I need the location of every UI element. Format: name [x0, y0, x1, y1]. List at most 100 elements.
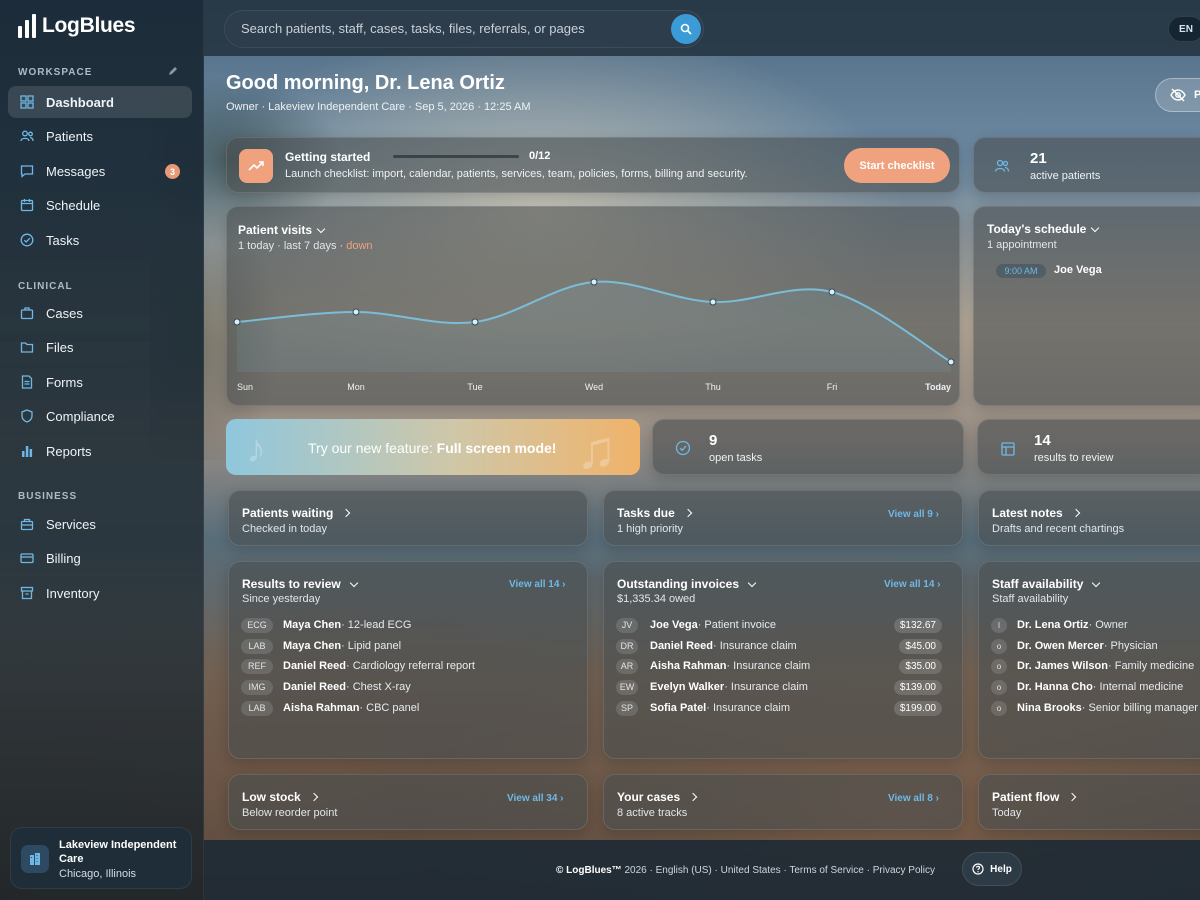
- result-row[interactable]: ECG Maya Chen · 12-lead ECG: [241, 616, 411, 634]
- invoice-row[interactable]: SP Sofia Patel · Insurance claim $199.00: [616, 699, 952, 717]
- patient-visits-chart: Sun Mon Tue Wed Thu Fri Today: [233, 278, 955, 392]
- invoice-detail: · Patient invoice: [697, 619, 776, 631]
- avatar: o: [991, 700, 1007, 716]
- logo-text: LogBlues: [42, 14, 136, 37]
- invoices-title[interactable]: Outstanding invoices: [617, 577, 757, 591]
- staff-row[interactable]: o Nina Brooks · Senior billing manager: [991, 699, 1198, 717]
- open-tasks-card[interactable]: 9 open tasks: [652, 419, 964, 475]
- todays-schedule-card: Today's schedule 1 appointment 9:00 AM J…: [973, 206, 1200, 406]
- invoice-row[interactable]: EW Evelyn Walker · Insurance claim $139.00: [616, 678, 952, 696]
- help-button[interactable]: Help: [962, 852, 1022, 886]
- privacy-mode-button[interactable]: Pr: [1155, 78, 1200, 112]
- patients-waiting-card: Patients waiting Checked in today: [228, 490, 588, 546]
- sidebar-item-label: Files: [46, 340, 74, 355]
- chart-point[interactable]: [947, 358, 955, 366]
- results-list-title[interactable]: Results to review: [242, 577, 358, 591]
- staff-name: Dr. James Wilson: [1017, 660, 1108, 672]
- chart-point[interactable]: [471, 318, 479, 326]
- invoice-row[interactable]: AR Aisha Rahman · Insurance claim $35.00: [616, 657, 952, 675]
- staff-row[interactable]: o Dr. Owen Mercer · Physician: [991, 637, 1158, 655]
- staff-row[interactable]: o Dr. Hanna Cho · Internal medicine: [991, 678, 1183, 696]
- pencil-icon[interactable]: [168, 66, 178, 76]
- sidebar-item-services[interactable]: Services: [8, 508, 192, 540]
- logo[interactable]: LogBlues: [18, 14, 136, 38]
- tasks-due-title[interactable]: Tasks due: [617, 506, 693, 520]
- results-review-card[interactable]: 14 results to review: [977, 419, 1200, 475]
- sidebar-item-billing[interactable]: Billing: [8, 542, 192, 574]
- sidebar-item-dashboard[interactable]: Dashboard: [8, 86, 192, 118]
- footer-links[interactable]: 2026 · English (US) · United States · Te…: [622, 865, 935, 876]
- result-row[interactable]: LAB Maya Chen · Lipid panel: [241, 637, 401, 655]
- sidebar-item-forms[interactable]: Forms: [8, 366, 192, 398]
- low-stock-title-text: Low stock: [242, 790, 301, 804]
- patient-flow-title[interactable]: Patient flow: [992, 790, 1077, 804]
- sidebar-item-messages[interactable]: Messages 3: [8, 155, 192, 187]
- checklist-progress-bar: [393, 155, 519, 158]
- search-input[interactable]: [241, 21, 661, 36]
- help-label: Help: [990, 863, 1012, 875]
- active-patients-label: active patients: [1030, 170, 1101, 182]
- invoices-view-all-link[interactable]: View all 14 ›: [884, 579, 941, 590]
- sidebar-item-schedule[interactable]: Schedule: [8, 189, 192, 221]
- avatar: o: [991, 638, 1007, 654]
- tasks-view-all-link[interactable]: View all 9 ›: [888, 509, 939, 520]
- avatar: AR: [616, 658, 638, 674]
- sidebar-item-inventory[interactable]: Inventory: [8, 577, 192, 609]
- staff-subtitle: Staff availability: [992, 593, 1069, 605]
- organization-switcher[interactable]: Lakeview Independent Care Chicago, Illin…: [10, 827, 192, 889]
- cases-view-all-link[interactable]: View all 8 ›: [888, 793, 939, 804]
- latest-notes-title[interactable]: Latest notes: [992, 506, 1080, 520]
- result-row[interactable]: IMG Daniel Reed · Chest X-ray: [241, 678, 411, 696]
- search-bar[interactable]: [224, 10, 704, 48]
- users-icon: [994, 159, 1010, 172]
- your-cases-title[interactable]: Your cases: [617, 790, 698, 804]
- sidebar-item-label: Tasks: [46, 233, 80, 248]
- schedule-title[interactable]: Today's schedule: [987, 222, 1100, 236]
- chart-point[interactable]: [828, 288, 836, 296]
- staff-title[interactable]: Staff availability: [992, 577, 1101, 591]
- staff-availability-card: Staff availability Staff availability lD…: [978, 561, 1200, 759]
- result-patient: Maya Chen: [283, 619, 342, 631]
- getting-started-card: Getting started 0/12 Launch checklist: i…: [226, 137, 960, 193]
- invoice-amount: $199.00: [893, 700, 942, 716]
- appointment-patient[interactable]: Joe Vega: [1054, 264, 1102, 276]
- chart-point[interactable]: [709, 298, 717, 306]
- low-stock-view-all-link[interactable]: View all 34 ›: [507, 793, 564, 804]
- sidebar-item-cases[interactable]: Cases: [8, 297, 192, 329]
- full-screen-promo-banner[interactable]: ♪ ♫ Try our new feature: Full screen mod…: [226, 419, 640, 475]
- results-icon: [1001, 442, 1015, 456]
- result-row[interactable]: LAB Aisha Rahman · CBC panel: [241, 699, 419, 717]
- patients-waiting-title[interactable]: Patients waiting: [242, 506, 351, 520]
- invoice-amount: $139.00: [893, 679, 942, 695]
- invoice-detail: · Insurance claim: [726, 660, 811, 672]
- staff-row[interactable]: o Dr. James Wilson · Family medicine: [991, 657, 1194, 675]
- result-type-tag: LAB: [241, 700, 273, 716]
- low-stock-title[interactable]: Low stock: [242, 790, 318, 804]
- result-detail: · Lipid panel: [341, 640, 402, 652]
- footer: © LogBlues™ 2026 · English (US) · United…: [204, 840, 1200, 900]
- start-checklist-button[interactable]: Start checklist: [844, 148, 950, 183]
- sidebar-item-files[interactable]: Files: [8, 331, 192, 363]
- chart-point[interactable]: [352, 308, 360, 316]
- sidebar-item-reports[interactable]: Reports: [8, 435, 192, 467]
- active-patients-card[interactable]: 21 active patients: [973, 137, 1200, 193]
- invoice-row[interactable]: DR Daniel Reed · Insurance claim $45.00: [616, 637, 952, 655]
- sidebar-item-compliance[interactable]: Compliance: [8, 400, 192, 432]
- getting-started-description: Launch checklist: import, calendar, pati…: [285, 168, 748, 180]
- staff-row[interactable]: l Dr. Lena Ortiz · Owner: [991, 616, 1128, 634]
- language-switcher[interactable]: EN: [1168, 16, 1200, 42]
- search-button[interactable]: [671, 14, 701, 44]
- chart-point[interactable]: [233, 318, 241, 326]
- result-detail: · CBC panel: [359, 702, 420, 714]
- sidebar-item-tasks[interactable]: Tasks: [8, 224, 192, 256]
- chart-point[interactable]: [590, 278, 598, 286]
- bar-chart-icon: [22, 446, 33, 457]
- results-view-all-link[interactable]: View all 14 ›: [509, 579, 566, 590]
- staff-name: Nina Brooks: [1017, 702, 1082, 714]
- invoice-row[interactable]: JV Joe Vega · Patient invoice $132.67: [616, 616, 952, 634]
- avatar: o: [991, 658, 1007, 674]
- sidebar-item-patients[interactable]: Patients: [8, 120, 192, 152]
- result-patient: Maya Chen: [283, 640, 342, 652]
- result-row[interactable]: REF Daniel Reed · Cardiology referral rep…: [241, 657, 475, 675]
- your-cases-card: Your cases 8 active tracks View all 8 ›: [603, 774, 963, 830]
